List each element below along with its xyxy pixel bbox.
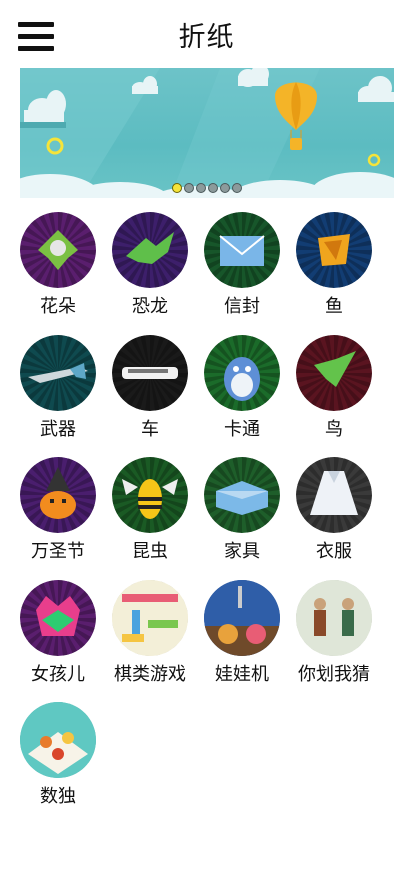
category-item-flower[interactable]: 花朵 xyxy=(12,212,104,317)
weapon-icon xyxy=(20,334,96,411)
category-item-halloween[interactable]: 万圣节 xyxy=(12,457,104,562)
insect-icon xyxy=(112,457,188,533)
category-label: 女孩儿 xyxy=(31,663,85,685)
banner-dot[interactable] xyxy=(184,183,194,193)
category-item-furniture[interactable]: 家具 xyxy=(196,457,288,562)
car-icon xyxy=(112,334,188,411)
girl-icon xyxy=(20,579,96,656)
category-label: 花朵 xyxy=(40,296,76,317)
banner-dot[interactable] xyxy=(196,183,206,193)
board-game-icon xyxy=(112,579,188,656)
banner-dot[interactable] xyxy=(172,183,182,193)
category-label: 你划我猜 xyxy=(298,663,370,685)
halloween-icon xyxy=(20,457,96,533)
category-label: 鱼 xyxy=(325,296,343,317)
envelope-icon xyxy=(204,212,280,288)
category-label: 鸟 xyxy=(325,418,343,440)
draw-guess-icon xyxy=(296,579,372,656)
category-item-dinosaur[interactable]: 恐龙 xyxy=(104,212,196,317)
category-item-weapon[interactable]: 武器 xyxy=(12,334,104,440)
sudoku-icon xyxy=(20,702,96,778)
app-header: 折纸 xyxy=(0,0,413,68)
furniture-icon xyxy=(204,457,280,533)
category-item-girl[interactable]: 女孩儿 xyxy=(12,579,104,685)
category-label: 武器 xyxy=(40,418,76,440)
category-label: 卡通 xyxy=(224,418,260,440)
category-item-claw-machine[interactable]: 娃娃机 xyxy=(196,579,288,685)
category-item-board-game[interactable]: 棋类游戏 xyxy=(104,579,196,685)
flower-icon xyxy=(20,212,96,288)
category-label: 娃娃机 xyxy=(215,663,269,685)
category-item-envelope[interactable]: 信封 xyxy=(196,212,288,317)
banner-dot[interactable] xyxy=(232,183,242,193)
category-item-clothes[interactable]: 衣服 xyxy=(288,457,380,562)
category-label: 万圣节 xyxy=(31,541,85,562)
banner-illustration xyxy=(20,68,394,198)
page-title: 折纸 xyxy=(178,22,235,53)
category-label: 车 xyxy=(141,418,159,440)
clothes-icon xyxy=(296,457,372,533)
category-label: 家具 xyxy=(224,541,260,562)
category-item-car[interactable]: 车 xyxy=(104,334,196,440)
category-label: 昆虫 xyxy=(132,541,168,562)
category-item-cartoon[interactable]: 卡通 xyxy=(196,334,288,440)
category-label: 棋类游戏 xyxy=(114,663,186,685)
claw-machine-icon xyxy=(204,579,280,656)
banner-carousel[interactable] xyxy=(20,68,394,198)
bird-icon xyxy=(296,334,372,411)
banner-dot[interactable] xyxy=(220,183,230,193)
category-label: 衣服 xyxy=(316,541,352,562)
dinosaur-icon xyxy=(112,212,188,288)
cartoon-icon xyxy=(204,334,280,411)
banner-page-indicator xyxy=(20,183,394,193)
category-item-sudoku[interactable]: 数独 xyxy=(12,702,104,807)
category-item-draw-guess[interactable]: 你划我猜 xyxy=(288,579,380,685)
banner-dot[interactable] xyxy=(208,183,218,193)
category-label: 数独 xyxy=(40,786,76,807)
category-item-bird[interactable]: 鸟 xyxy=(288,334,380,440)
category-label: 恐龙 xyxy=(132,296,168,317)
category-label: 信封 xyxy=(224,296,260,317)
fish-icon xyxy=(296,212,372,288)
category-item-fish[interactable]: 鱼 xyxy=(288,212,380,317)
category-item-insect[interactable]: 昆虫 xyxy=(104,457,196,562)
